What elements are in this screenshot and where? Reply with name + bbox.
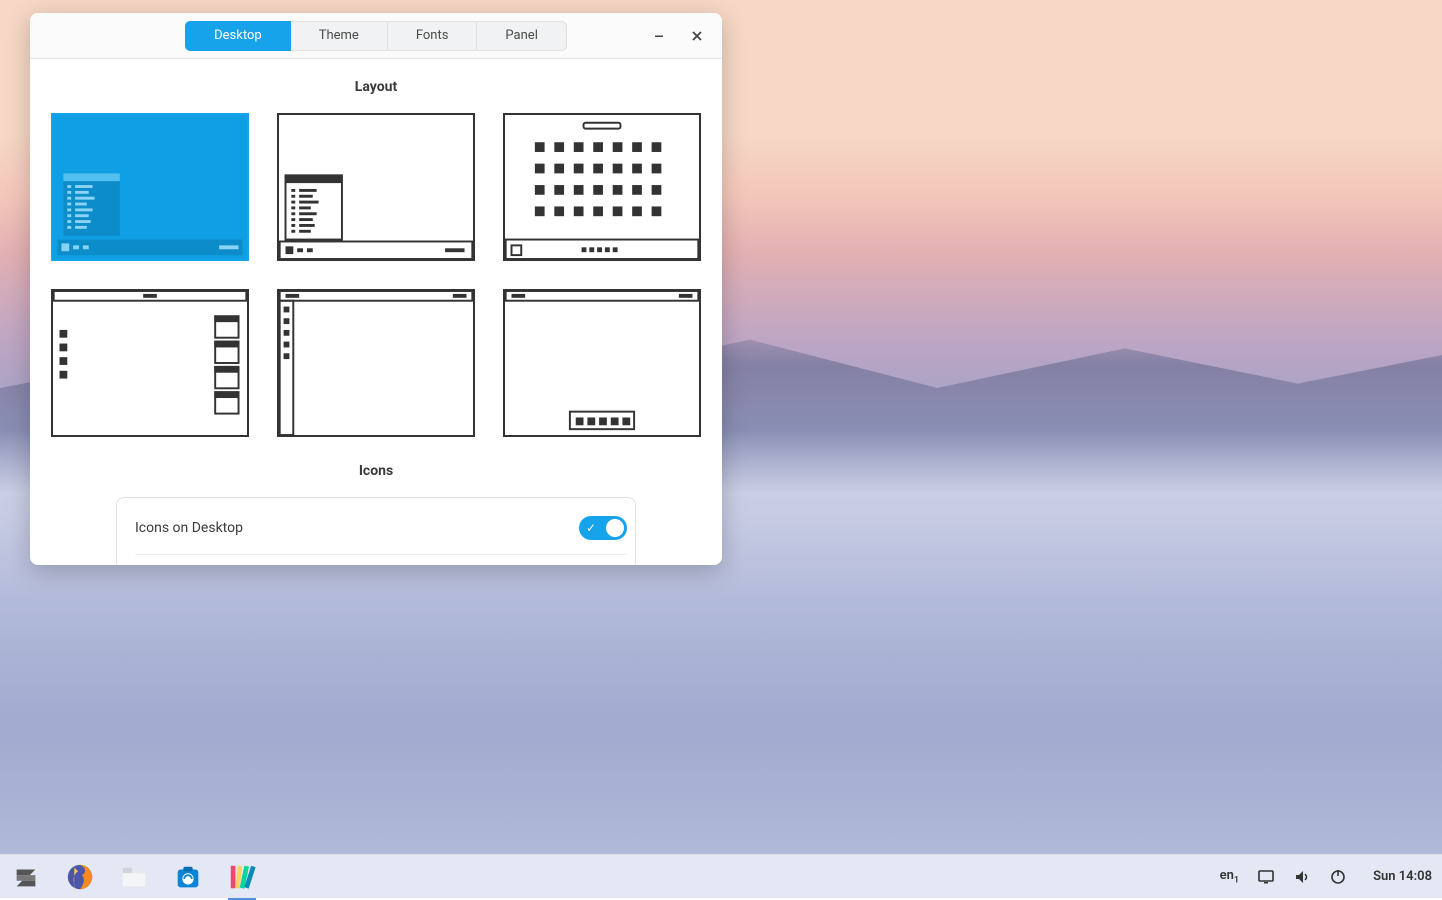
close-button[interactable]	[680, 21, 714, 51]
keyboard-indicator[interactable]: en1	[1220, 868, 1239, 886]
layout-option-left-dock[interactable]	[277, 289, 475, 437]
taskbar: en1 Sun 14:08	[0, 854, 1442, 898]
layout-option-side-panels[interactable]	[51, 289, 249, 437]
appearance-launcher[interactable]	[226, 861, 258, 893]
layout-preview-icon	[279, 291, 473, 435]
appearance-icon	[227, 862, 257, 892]
icons-section-title: Icons	[48, 463, 704, 479]
volume-control[interactable]	[1293, 868, 1311, 886]
power-button[interactable]	[1329, 868, 1347, 886]
icons-on-desktop-row: Icons on Desktop ✓	[135, 516, 627, 555]
folder-icon	[119, 862, 149, 892]
layout-option-bottom-dock[interactable]	[503, 289, 701, 437]
icons-on-desktop-toggle[interactable]: ✓	[579, 516, 627, 540]
system-tray: en1 Sun 14:08	[1220, 868, 1432, 886]
minimize-icon	[653, 30, 665, 42]
layout-preview-icon	[53, 291, 247, 435]
layout-option-traditional-start-light[interactable]	[277, 113, 475, 261]
layout-section-title: Layout	[48, 79, 704, 95]
tabs-container: Desktop Theme Fonts Panel	[185, 21, 567, 51]
layout-preview-icon	[505, 115, 699, 259]
volume-icon	[1293, 868, 1311, 886]
close-icon	[691, 30, 703, 42]
firefox-launcher[interactable]	[64, 861, 96, 893]
layout-grid	[48, 113, 704, 437]
files-launcher[interactable]	[118, 861, 150, 893]
start-menu-button[interactable]	[10, 861, 42, 893]
tab-desktop[interactable]: Desktop	[185, 21, 291, 51]
screen-indicator[interactable]	[1257, 868, 1275, 886]
window-content: Layout	[30, 59, 722, 565]
icons-on-desktop-label: Icons on Desktop	[135, 520, 243, 536]
layout-option-app-grid[interactable]	[503, 113, 701, 261]
icons-settings-card: Icons on Desktop ✓ Home	[116, 497, 636, 565]
toggle-knob	[606, 519, 624, 537]
power-icon	[1329, 868, 1347, 886]
shopping-bag-icon	[173, 862, 203, 892]
zorin-logo-icon	[11, 862, 41, 892]
firefox-icon	[65, 862, 95, 892]
display-icon	[1257, 868, 1275, 886]
clock[interactable]: Sun 14:08	[1373, 869, 1432, 884]
tab-theme[interactable]: Theme	[291, 21, 388, 51]
home-icon-option-row: Home	[135, 555, 627, 565]
tab-fonts[interactable]: Fonts	[388, 21, 478, 51]
window-controls	[642, 13, 714, 59]
appearance-settings-window: Desktop Theme Fonts Panel Layout	[30, 13, 722, 565]
taskbar-apps	[10, 861, 258, 893]
layout-preview-icon	[505, 291, 699, 435]
check-icon: ✓	[586, 521, 596, 535]
tab-panel[interactable]: Panel	[477, 21, 566, 51]
layout-option-traditional-start[interactable]	[51, 113, 249, 261]
layout-preview-icon	[279, 115, 473, 259]
window-titlebar: Desktop Theme Fonts Panel	[30, 13, 722, 59]
minimize-button[interactable]	[642, 21, 676, 51]
layout-preview-icon	[53, 115, 247, 259]
software-launcher[interactable]	[172, 861, 204, 893]
